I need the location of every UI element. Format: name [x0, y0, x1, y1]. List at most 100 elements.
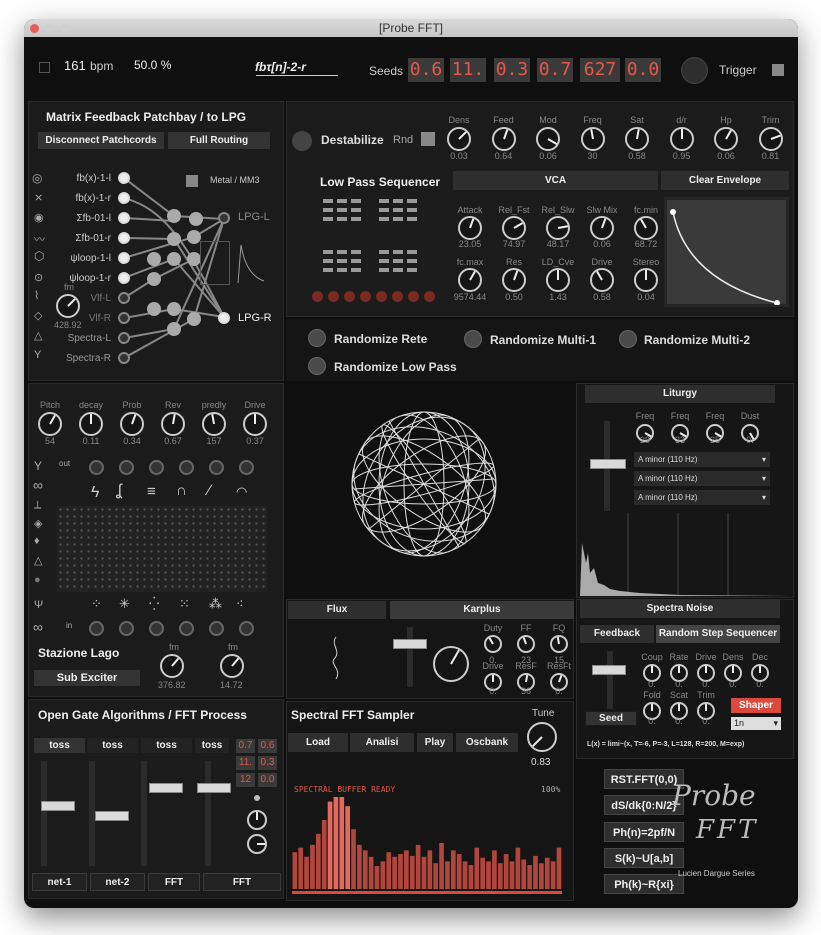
output-port-r[interactable]	[218, 312, 230, 324]
input-port-4[interactable]	[118, 232, 130, 244]
clear-envelope-button[interactable]: Clear Envelope	[661, 171, 789, 190]
fft-button-1[interactable]: FFT	[148, 873, 200, 891]
seed-box-2[interactable]: 11.	[450, 58, 486, 82]
feedback-tab[interactable]: Feedback	[580, 625, 654, 643]
seq-step[interactable]	[323, 208, 333, 212]
gate-num-1[interactable]: 0.7	[236, 739, 255, 753]
exciter-knob-1[interactable]	[38, 412, 62, 436]
bpm-value[interactable]: 161	[64, 58, 86, 73]
out-port-2[interactable]	[119, 460, 134, 475]
in-port-5[interactable]	[209, 621, 224, 636]
exciter-matrix[interactable]	[57, 506, 267, 592]
seq-step[interactable]	[337, 250, 347, 254]
spectral-buffer[interactable]	[292, 797, 562, 897]
vca-row1-knob-5[interactable]	[634, 216, 658, 240]
seq-step[interactable]	[323, 259, 333, 263]
gate-slider-2[interactable]	[95, 811, 129, 821]
destab-knob-8[interactable]	[758, 127, 783, 151]
seq-step[interactable]	[323, 250, 333, 254]
exciter-knob-3[interactable]	[120, 412, 144, 436]
liturgy-dropdown-2[interactable]: A minor (110 Hz) ▾	[634, 471, 770, 486]
shaper-select[interactable]: 1n ▾	[731, 717, 781, 730]
input-port-6[interactable]	[118, 272, 130, 284]
seed-box-1[interactable]: 0.6	[408, 58, 444, 82]
vca-tab[interactable]: VCA	[453, 171, 658, 190]
karplus-big-knob[interactable]	[433, 646, 469, 682]
gate-knob-1[interactable]	[247, 810, 267, 830]
lps-grid[interactable]	[313, 199, 438, 284]
fm2-knob[interactable]	[220, 654, 244, 678]
seq-step[interactable]	[337, 217, 347, 221]
destabilize-button[interactable]	[292, 131, 312, 151]
fm1-knob[interactable]	[160, 654, 184, 678]
random-step-tab[interactable]: Random Step Sequencer	[656, 625, 780, 643]
seed-box-5[interactable]: 627	[580, 58, 620, 82]
input-port-10[interactable]	[118, 352, 130, 364]
karplus-row1-knob-1[interactable]	[484, 635, 502, 653]
vca-row2-knob-1[interactable]	[458, 268, 482, 292]
destab-knob-4[interactable]	[580, 127, 605, 151]
gate-knob-2[interactable]	[247, 834, 267, 854]
liturgy-slider[interactable]	[590, 459, 626, 469]
trigger-toggle[interactable]	[772, 64, 784, 76]
noise-slider[interactable]	[592, 665, 626, 675]
vca-row1-knob-3[interactable]	[546, 216, 570, 240]
analisi-button[interactable]: Analisi	[350, 733, 414, 752]
out-port-4[interactable]	[179, 460, 194, 475]
vca-row2-knob-5[interactable]	[634, 268, 658, 292]
seq-step[interactable]	[393, 259, 403, 263]
destab-knob-5[interactable]	[625, 127, 649, 151]
in-port-3[interactable]	[149, 621, 164, 636]
toss-button-1[interactable]: toss	[34, 738, 85, 753]
seq-step[interactable]	[351, 199, 361, 203]
fm-knob[interactable]	[56, 294, 80, 318]
fft-button-2[interactable]: FFT	[203, 873, 281, 891]
vca-row2-knob-2[interactable]	[502, 268, 526, 292]
exciter-knob-4[interactable]	[161, 412, 185, 436]
seq-step[interactable]	[379, 208, 389, 212]
s-k-button[interactable]: S(k)~U[a,b]	[604, 848, 684, 868]
seq-step[interactable]	[407, 250, 417, 254]
out-port-1[interactable]	[89, 460, 104, 475]
seed-box-4[interactable]: 0.7	[537, 58, 573, 82]
seq-step[interactable]	[379, 259, 389, 263]
out-port-6[interactable]	[239, 460, 254, 475]
gate-slider-4[interactable]	[197, 783, 231, 793]
in-port-4[interactable]	[179, 621, 194, 636]
seq-step[interactable]	[351, 259, 361, 263]
input-port-2[interactable]	[118, 192, 130, 204]
oscbank-button[interactable]: Oscbank	[456, 733, 518, 752]
liturgy-dropdown-3[interactable]: A minor (110 Hz) ▾	[634, 490, 770, 505]
seq-step[interactable]	[379, 217, 389, 221]
toss-button-2[interactable]: toss	[87, 738, 138, 753]
input-port-8[interactable]	[118, 312, 130, 324]
seq-step[interactable]	[407, 217, 417, 221]
seq-step[interactable]	[407, 199, 417, 203]
in-port-6[interactable]	[239, 621, 254, 636]
net1-button[interactable]: net-1	[32, 873, 87, 891]
seq-step[interactable]	[337, 208, 347, 212]
seq-step[interactable]	[379, 250, 389, 254]
wireframe-sphere[interactable]	[349, 409, 499, 559]
exciter-knob-6[interactable]	[243, 412, 267, 436]
karplus-tab[interactable]: Karplus	[390, 601, 574, 619]
destab-knob-7[interactable]	[714, 127, 738, 151]
input-port-9[interactable]	[118, 332, 130, 344]
gate-slider-3[interactable]	[149, 783, 183, 793]
spectra-noise-title[interactable]: Spectra Noise	[580, 599, 780, 618]
karplus-row1-knob-3[interactable]	[550, 635, 568, 653]
vca-row2-knob-4[interactable]	[590, 268, 614, 292]
randomize-multi1-button[interactable]	[464, 330, 482, 348]
seq-step[interactable]	[393, 250, 403, 254]
seed-button[interactable]: Seed	[585, 711, 637, 726]
flux-tab[interactable]: Flux	[288, 601, 386, 619]
seq-step[interactable]	[393, 217, 403, 221]
toss-button-3[interactable]: toss	[141, 738, 192, 753]
vca-row1-knob-2[interactable]	[502, 216, 526, 240]
liturgy-title[interactable]: Liturgy	[585, 385, 775, 403]
seq-step[interactable]	[393, 268, 403, 272]
vca-row1-knob-1[interactable]	[458, 216, 482, 240]
seq-step[interactable]	[407, 268, 417, 272]
ph-k-button[interactable]: Ph(k)~R{xi}	[604, 874, 684, 894]
seq-step[interactable]	[337, 259, 347, 263]
